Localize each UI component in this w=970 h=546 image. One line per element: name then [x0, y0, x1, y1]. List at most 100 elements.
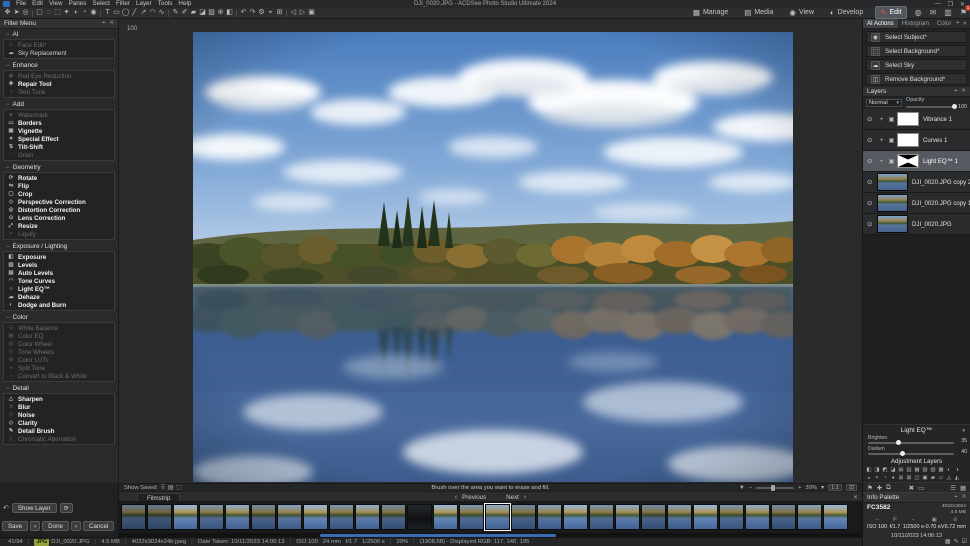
- undo-button[interactable]: ↶: [239, 8, 248, 18]
- ai-action-select-subject[interactable]: ◉Select Subject*: [866, 31, 967, 43]
- chevron-down-icon[interactable]: ▾: [962, 428, 965, 434]
- zoom-tool[interactable]: ◎: [21, 8, 30, 18]
- adjustment-settings-icon[interactable]: ▣: [886, 116, 897, 123]
- zoom-presets-icon[interactable]: ▼: [739, 485, 745, 491]
- menu-layer[interactable]: Layer: [133, 0, 155, 7]
- layer-grid-icon[interactable]: ▦: [960, 484, 966, 492]
- pin-icon[interactable]: ⌖: [102, 20, 105, 27]
- slider-darken-track[interactable]: [868, 453, 954, 455]
- redo-button[interactable]: ↷: [248, 8, 257, 18]
- rectangle-tool[interactable]: ▭: [112, 8, 121, 18]
- adjustment-type-icon-13[interactable]: ◒: [865, 474, 873, 482]
- slider-brighten-track[interactable]: [868, 442, 954, 444]
- red-eye-tool[interactable]: ◉: [89, 8, 98, 18]
- acdsee-365-icon[interactable]: ◍: [915, 8, 922, 17]
- filter-section-geometry[interactable]: −Geometry: [2, 163, 116, 172]
- adjustment-type-icon-17[interactable]: ⊞: [897, 474, 905, 482]
- filmstrip-thumbnail-3[interactable]: [173, 504, 198, 530]
- filter-section-color[interactable]: −Color: [2, 313, 116, 322]
- pencil-tool[interactable]: ✎: [171, 8, 180, 18]
- close-icon[interactable]: ✕: [962, 21, 967, 27]
- filmstrip-thumbnail-12[interactable]: [407, 504, 432, 530]
- collapse-icon[interactable]: −: [6, 63, 10, 69]
- external-editor-button[interactable]: ▣: [307, 8, 316, 18]
- filter-rotate[interactable]: ⟳Rotate: [4, 174, 114, 182]
- tab-histogram[interactable]: Histogram: [898, 19, 933, 28]
- menu-view[interactable]: View: [46, 0, 66, 7]
- show-saved-toggle[interactable]: Show Saved: [124, 485, 157, 491]
- adjustment-type-icon-11[interactable]: ◐: [945, 466, 953, 474]
- slider-handle[interactable]: [900, 451, 905, 456]
- tab-ai-actions[interactable]: AI Actions: [863, 19, 898, 28]
- filmstrip-thumbnail-24[interactable]: [719, 504, 744, 530]
- filter-special-effect[interactable]: ✦Special Effect: [4, 135, 114, 143]
- adjustment-type-icon-10[interactable]: ▩: [937, 466, 945, 474]
- filter-exposure[interactable]: ◧Exposure: [4, 253, 114, 261]
- zoom-dropdown-icon[interactable]: ▾: [821, 485, 824, 491]
- app-icon[interactable]: [3, 1, 10, 7]
- filter-dodge-and-burn[interactable]: ◐Dodge and Burn: [4, 301, 114, 309]
- filmstrip-thumbnail-14[interactable]: [459, 504, 484, 530]
- filter-section-exposure-lighting[interactable]: −Exposure / Lighting: [2, 242, 116, 251]
- mode-manage[interactable]: ▦Manage: [689, 7, 732, 18]
- filmstrip-thumbnail-18[interactable]: [563, 504, 588, 530]
- arrow-tool[interactable]: ➚: [139, 8, 148, 18]
- filmstrip-thumbnail-28[interactable]: [823, 504, 848, 530]
- menu-help[interactable]: Help: [175, 0, 194, 7]
- preview-toggle-icon[interactable]: ⬚: [176, 485, 181, 491]
- filter-section-enhance[interactable]: −Enhance: [2, 61, 116, 70]
- filmstrip-thumbnail-7[interactable]: [277, 504, 302, 530]
- image-canvas[interactable]: 100: [119, 19, 862, 483]
- mode-develop[interactable]: ◐Develop: [826, 7, 867, 18]
- clone-stamp-tool[interactable]: ⊕: [216, 8, 225, 18]
- filmstrip-thumbnail-26[interactable]: [771, 504, 796, 530]
- add-mask-icon[interactable]: +: [877, 116, 886, 123]
- filter-detail-brush[interactable]: ✎Detail Brush: [4, 427, 114, 435]
- filter-borders[interactable]: ▭Borders: [4, 119, 114, 127]
- adjustment-type-icon-22[interactable]: ▱: [937, 474, 945, 482]
- filter-sky-replacement[interactable]: ☁Sky Replacement: [4, 49, 114, 57]
- filter-resize[interactable]: ⤢Resize: [4, 222, 114, 230]
- menu-tools[interactable]: Tools: [155, 0, 176, 7]
- filmstrip-thumbnail-23[interactable]: [693, 504, 718, 530]
- adjustment-type-icon-12[interactable]: ◑: [953, 466, 961, 474]
- collapse-icon[interactable]: −: [6, 244, 10, 250]
- lasso-select-tool[interactable]: ◌: [44, 8, 53, 18]
- mode-edit[interactable]: ✎Edit: [875, 6, 906, 19]
- layer-light-eq-1[interactable]: ⊙+▣Light EQ™ 1: [863, 151, 970, 172]
- split-view-icon[interactable]: ⠿: [161, 485, 165, 491]
- filmstrip-thumbnail-17[interactable]: [537, 504, 562, 530]
- mode-view[interactable]: ◉View: [785, 7, 818, 18]
- fit-image-button[interactable]: ⊡: [846, 484, 857, 491]
- collapse-icon[interactable]: −: [6, 102, 10, 108]
- adjustment-type-icon-20[interactable]: ▣: [921, 474, 929, 482]
- adjustment-type-icon-14[interactable]: ◓: [873, 474, 881, 482]
- messages-icon[interactable]: ✉: [930, 8, 937, 17]
- filter-blur[interactable]: ○Blur: [4, 403, 114, 411]
- filmstrip-thumbnail-9[interactable]: [329, 504, 354, 530]
- filter-tilt-shift[interactable]: ⇅Tilt-Shift: [4, 143, 114, 151]
- next-arrow-icon[interactable]: ›: [524, 494, 526, 501]
- filter-repair-tool[interactable]: ✚Repair Tool: [4, 80, 114, 88]
- info-grid-icon[interactable]: ▦: [945, 538, 951, 545]
- previous-arrow-icon[interactable]: ‹: [455, 494, 457, 501]
- adjustment-type-icon-4[interactable]: ◪: [889, 466, 897, 474]
- filter-noise[interactable]: ∴Noise: [4, 411, 114, 419]
- marquee-select-tool[interactable]: ⬚: [53, 8, 62, 18]
- adjustment-type-icon-15[interactable]: ◔: [881, 474, 889, 482]
- adjustment-type-icon-2[interactable]: ◨: [873, 466, 881, 474]
- zoom-out-button[interactable]: −: [749, 485, 752, 491]
- ai-action-select-sky[interactable]: ☁Select Sky: [866, 59, 967, 71]
- adjustment-type-icon-3[interactable]: ◩: [881, 466, 889, 474]
- grid-button[interactable]: ⊞: [275, 8, 284, 18]
- menu-select[interactable]: Select: [89, 0, 113, 7]
- filter-auto-levels[interactable]: ▤Auto Levels: [4, 269, 114, 277]
- blend-mode-select[interactable]: Normal ▾: [866, 99, 902, 107]
- brush-tool[interactable]: ✐: [180, 8, 189, 18]
- filmstrip-thumbnail-6[interactable]: [251, 504, 276, 530]
- collapse-icon[interactable]: −: [6, 165, 10, 171]
- filter-lens-correction[interactable]: ⊙Lens Correction: [4, 214, 114, 222]
- view-next-button[interactable]: ▷: [298, 8, 307, 18]
- notifications-icon[interactable]: ⚑1: [960, 8, 967, 17]
- color-swatches[interactable]: ◧: [225, 8, 234, 18]
